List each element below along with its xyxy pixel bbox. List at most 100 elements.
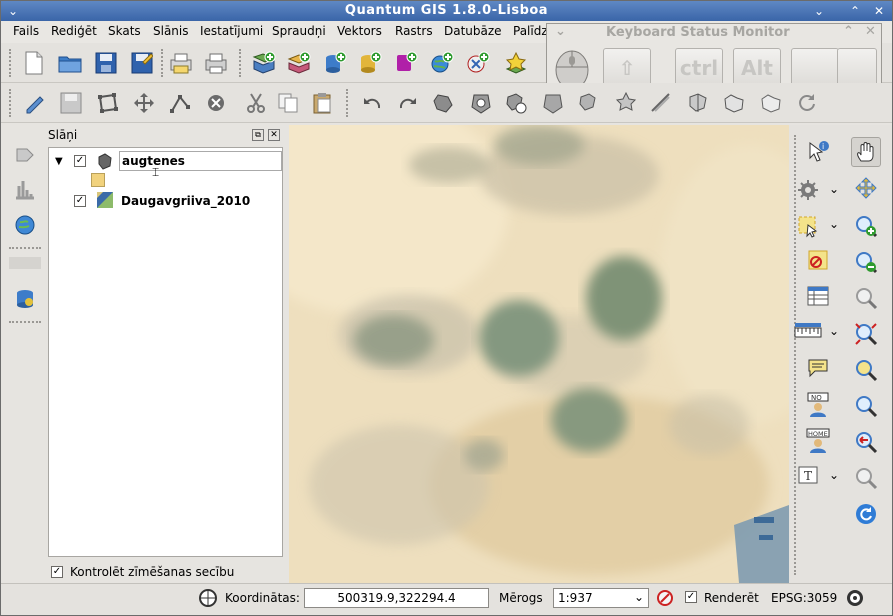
move-feature-icon[interactable] (129, 88, 159, 118)
deselect-icon[interactable] (803, 245, 833, 275)
delete-part-icon[interactable] (574, 88, 604, 118)
stop-render-icon[interactable] (656, 589, 674, 607)
zoom-native-icon[interactable] (851, 391, 881, 421)
expand-arrow-icon[interactable]: ▼ (55, 156, 63, 167)
chevron-down-icon-4[interactable]: ⌄ (829, 468, 839, 482)
save-as-icon[interactable] (127, 48, 157, 78)
paste-icon[interactable] (307, 88, 337, 118)
menu-database[interactable]: Datubāze (444, 24, 502, 38)
maximize-button[interactable]: ⌃ (847, 3, 863, 19)
show-bookmarks-icon[interactable]: HOME (803, 425, 833, 455)
toolbar-grip[interactable] (9, 89, 13, 117)
undo-icon[interactable] (357, 88, 387, 118)
menu-plugins[interactable]: Spraudņi (272, 24, 326, 38)
toggle-edit-icon[interactable] (21, 88, 51, 118)
add-vector-icon[interactable] (249, 48, 279, 78)
zoom-layer-icon[interactable] (851, 319, 881, 349)
zoom-selection-icon[interactable] (851, 355, 881, 385)
pan-to-selection-icon[interactable] (851, 173, 881, 203)
toolbar-grip[interactable] (239, 49, 243, 77)
node-tool-icon[interactable] (165, 88, 195, 118)
add-mssql-icon[interactable] (391, 48, 421, 78)
scale-combobox[interactable]: 1:937 ⌄ (553, 588, 649, 608)
copy-icon[interactable] (273, 88, 303, 118)
coordinate-toggle-icon[interactable] (198, 588, 218, 608)
open-project-icon[interactable] (55, 48, 85, 78)
menu-view[interactable]: Skats (108, 24, 141, 38)
minimize-button[interactable]: ⌄ (811, 3, 827, 19)
merge-attributes-icon[interactable] (756, 88, 786, 118)
zoom-in-icon[interactable] (851, 211, 881, 241)
new-bookmark-icon[interactable]: NO (803, 389, 833, 419)
menu-settings[interactable]: Iestatījumi (200, 24, 263, 38)
menu-file[interactable]: Fails (13, 24, 39, 38)
new-shapefile-icon[interactable] (501, 48, 531, 78)
delete-selected-icon[interactable] (201, 88, 231, 118)
redo-icon[interactable] (393, 88, 423, 118)
split-icon[interactable] (683, 88, 713, 118)
menu-raster[interactable]: Rastrs (395, 24, 433, 38)
add-ring-icon[interactable] (466, 88, 496, 118)
add-wms-icon[interactable] (427, 48, 457, 78)
close-panel-icon[interactable]: ✕ (268, 129, 280, 141)
strip-handle[interactable] (9, 257, 41, 269)
zoom-last-icon[interactable] (851, 427, 881, 457)
menu-layer[interactable]: Slānis (153, 24, 189, 38)
toolbar-grip[interactable] (346, 89, 350, 117)
add-wfs-icon[interactable] (463, 48, 493, 78)
print-composer-icon[interactable] (166, 48, 196, 78)
chevron-down-icon[interactable]: ⌄ (829, 182, 839, 196)
new-project-icon[interactable] (19, 48, 49, 78)
map-canvas[interactable] (289, 125, 789, 583)
simplify-icon[interactable] (429, 88, 459, 118)
histogram-icon[interactable] (13, 177, 37, 201)
zoom-next-icon[interactable] (851, 463, 881, 493)
float-panel-icon[interactable]: ⧉ (252, 129, 264, 141)
menu-edit[interactable]: Rediģēt (51, 24, 97, 38)
toolbar-grip[interactable] (9, 49, 13, 77)
add-postgis-icon[interactable] (320, 48, 350, 78)
attribute-table-icon[interactable] (803, 281, 833, 311)
settings-icon[interactable] (793, 175, 823, 205)
raster-transform-icon[interactable] (13, 143, 37, 167)
menu-help[interactable]: Palīdz (513, 24, 548, 38)
save-edits-icon[interactable] (56, 88, 86, 118)
render-checkbox[interactable]: ✓ (685, 591, 697, 603)
epsg-label[interactable]: EPSG:3059 (771, 591, 837, 605)
pan-icon[interactable] (851, 137, 881, 167)
add-spatialite-icon[interactable] (355, 48, 385, 78)
add-raster-icon[interactable] (284, 48, 314, 78)
ksm-collapse-icon[interactable]: ⌃ (843, 24, 854, 39)
layer-name-edit[interactable]: augtenes (119, 151, 282, 171)
delete-ring-icon[interactable] (538, 88, 568, 118)
globe-icon[interactable] (13, 213, 37, 237)
ksm-close-icon[interactable]: ✕ (865, 24, 876, 39)
menu-vector[interactable]: Vektors (337, 24, 382, 38)
offset-curve-icon[interactable] (646, 88, 676, 118)
chevron-down-icon-3[interactable]: ⌄ (829, 324, 839, 338)
text-annotation-icon[interactable]: T (793, 461, 823, 491)
refresh-icon[interactable] (851, 499, 881, 529)
add-part-icon[interactable] (501, 88, 531, 118)
reshape-icon[interactable] (611, 88, 641, 118)
cut-icon[interactable] (241, 88, 271, 118)
zoom-out-icon[interactable] (851, 247, 881, 277)
layer-tree[interactable]: ▼ ✓ augtenes ⌶ ✓ Daugavgriiva_2010 (48, 147, 283, 557)
chevron-down-icon-2[interactable]: ⌄ (829, 217, 839, 231)
map-tips-icon[interactable] (803, 353, 833, 383)
render-order-checkbox[interactable]: ✓ (51, 566, 63, 578)
database-icon[interactable] (13, 287, 37, 311)
measure-icon[interactable] (793, 317, 823, 347)
chevron-down-icon-5[interactable]: ⌄ (634, 590, 644, 604)
identify-icon[interactable]: i (803, 137, 833, 167)
save-project-icon[interactable] (91, 48, 121, 78)
rotate-icon[interactable] (791, 88, 821, 118)
layer-visibility-checkbox-2[interactable]: ✓ (74, 195, 86, 207)
print-icon[interactable] (201, 48, 231, 78)
coordinate-field[interactable]: 500319.9,322294.4 (304, 588, 489, 608)
crs-icon[interactable] (845, 588, 865, 608)
merge-icon[interactable] (719, 88, 749, 118)
select-icon[interactable] (793, 211, 823, 241)
close-button[interactable]: ✕ (871, 3, 887, 19)
toolbar-grip[interactable] (161, 49, 165, 77)
